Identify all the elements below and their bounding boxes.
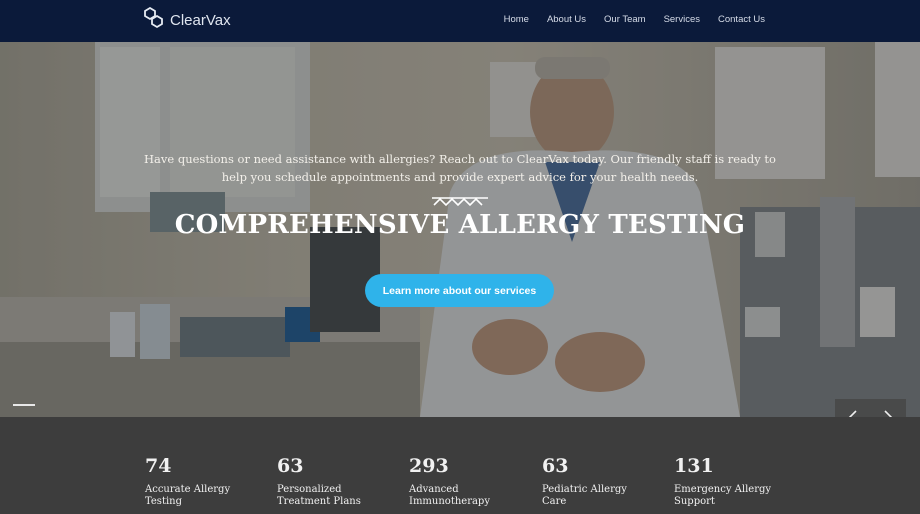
- stat-label: Pediatric Allergy Care: [542, 484, 627, 507]
- stat-value: 63: [542, 455, 569, 477]
- top-navbar: ClearVax Home About Us Our Team Services…: [0, 0, 920, 42]
- hero-tagline: Have questions or need assistance with a…: [144, 152, 776, 184]
- slider-controls: [835, 399, 906, 417]
- stat-label: Advanced Immunotherapy: [409, 484, 490, 507]
- stat-item: 293 Advanced Immunotherapy: [409, 455, 529, 508]
- stat-item: 131 Emergency Allergy Support: [674, 455, 794, 508]
- stat-item: 63 Pediatric Allergy Care: [542, 455, 662, 508]
- slide-indicator[interactable]: [13, 404, 35, 406]
- stat-label: Accurate Allergy Testing: [145, 484, 231, 507]
- main-nav: Home About Us Our Team Services Contact …: [504, 14, 765, 25]
- stats-bar: 74 Accurate Allergy Testing 63 Personali…: [0, 417, 920, 514]
- nav-about-us[interactable]: About Us: [547, 14, 586, 25]
- nav-contact-us[interactable]: Contact Us: [718, 14, 765, 25]
- stat-value: 131: [674, 455, 714, 477]
- stat-value: 293: [409, 455, 449, 477]
- hero-title: COMPREHENSIVE ALLERGY TESTING: [174, 210, 746, 240]
- chevron-left-icon[interactable]: [835, 399, 870, 417]
- wave-divider-icon: [430, 194, 488, 207]
- nav-our-team[interactable]: Our Team: [604, 14, 646, 25]
- stat-item: 63 Personalized Treatment Plans: [277, 455, 397, 508]
- stat-label: Emergency Allergy Support: [674, 484, 772, 507]
- chevron-right-icon[interactable]: [870, 399, 905, 417]
- stat-label: Personalized Treatment Plans: [277, 484, 361, 507]
- nav-home[interactable]: Home: [504, 14, 529, 25]
- nav-services[interactable]: Services: [664, 14, 700, 25]
- brand-logo-link[interactable]: ClearVax: [144, 6, 231, 34]
- stat-value: 74: [145, 455, 172, 477]
- stat-value: 63: [277, 455, 304, 477]
- brand-name: ClearVax: [170, 11, 231, 29]
- hexagon-molecule-icon: [144, 6, 164, 34]
- learn-more-button[interactable]: Learn more about our services: [365, 274, 554, 307]
- hero-slider: Have questions or need assistance with a…: [0, 42, 920, 417]
- stat-item: 74 Accurate Allergy Testing: [145, 455, 265, 508]
